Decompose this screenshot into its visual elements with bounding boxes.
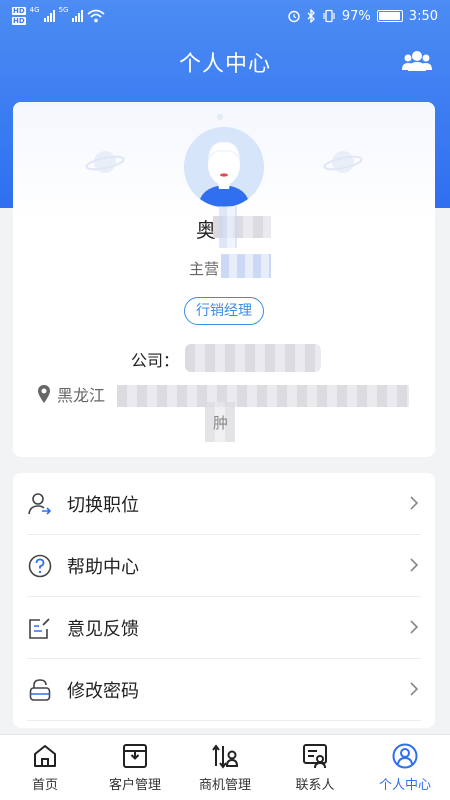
wifi-icon [87,9,106,23]
menu-item-change-password[interactable]: 修改密码 [13,659,435,721]
tab-label: 客户管理 [108,778,161,793]
title-bar: 个人中心 [0,40,450,84]
opportunity-icon [212,744,239,769]
clock-time: 3:50 [408,8,438,24]
menu-label: 切换职位 [67,495,139,516]
menu-label: 意见反馈 [67,619,139,640]
switch-position-icon [28,493,52,515]
sparkle-icon [217,114,223,120]
avatar[interactable] [184,127,264,207]
menu-item-switch-position[interactable]: 切换职位 [13,473,435,535]
menu-item-help-center[interactable]: 帮助中心 [13,535,435,597]
network-4g-label: 4G [29,6,40,14]
bottom-tab-bar: 首页 客户管理 商机管理 联系人 个人中心 [0,734,450,800]
menu-label: 帮助中心 [67,557,139,578]
contacts-icon [303,744,327,769]
help-icon [28,554,52,578]
battery-icon [376,10,403,22]
bluetooth-icon [307,9,315,23]
planet-icon [323,151,363,173]
tab-customer-management[interactable]: 客户管理 [90,735,180,800]
chevron-right-icon [410,496,419,510]
signal-icon [43,10,55,22]
home-icon [34,745,56,767]
profile-card: 奥 主营 行销经理 公司： 黑龙江 肿 [13,102,435,457]
network-5g-label: 5G [58,6,69,14]
tab-opportunity-management[interactable]: 商机管理 [180,735,270,800]
redacted-name-overlay [219,206,237,248]
hd-badge: HD HD [12,7,26,25]
redacted-role [221,254,271,278]
tab-label: 首页 [31,778,58,793]
alarm-icon [288,10,300,23]
tab-label: 商机管理 [198,778,251,793]
tab-home[interactable]: 首页 [0,735,90,800]
menu-item-feedback[interactable]: 意见反馈 [13,597,435,659]
menu-card: 切换职位 帮助中心 意见反馈 修改密码 [13,473,435,728]
avatar-face-icon [184,127,264,207]
address-row: 黑龙江 [37,382,105,406]
signal-icon [72,10,84,22]
chevron-right-icon [410,620,419,634]
profile-icon [392,743,418,769]
feedback-icon [29,618,50,639]
address-text: 黑龙江 [57,386,106,405]
page-title: 个人中心 [178,52,271,77]
planet-icon [85,151,125,173]
company-label: 公司： [131,351,180,370]
tab-label: 联系人 [295,778,335,793]
battery-percent: 97% [341,8,371,24]
location-pin-icon [38,385,50,403]
redacted-company [185,344,321,372]
company-row: 公司： [131,347,179,371]
status-bar: HD HD 4G 5G 97% 3:50 [0,0,450,32]
customer-icon [123,744,147,768]
menu-label: 修改密码 [67,681,139,702]
tab-profile-center[interactable]: 个人中心 [360,735,450,800]
position-tag: 行销经理 [184,297,264,325]
lock-icon [29,679,51,701]
address-tail: 肿 [213,414,229,432]
redacted-address [117,385,409,407]
chevron-right-icon [410,558,419,572]
chevron-right-icon [410,682,419,696]
vibrate-icon [323,9,335,23]
tab-label: 个人中心 [378,778,431,793]
tab-contacts[interactable]: 联系人 [270,735,360,800]
group-icon[interactable] [402,48,432,74]
